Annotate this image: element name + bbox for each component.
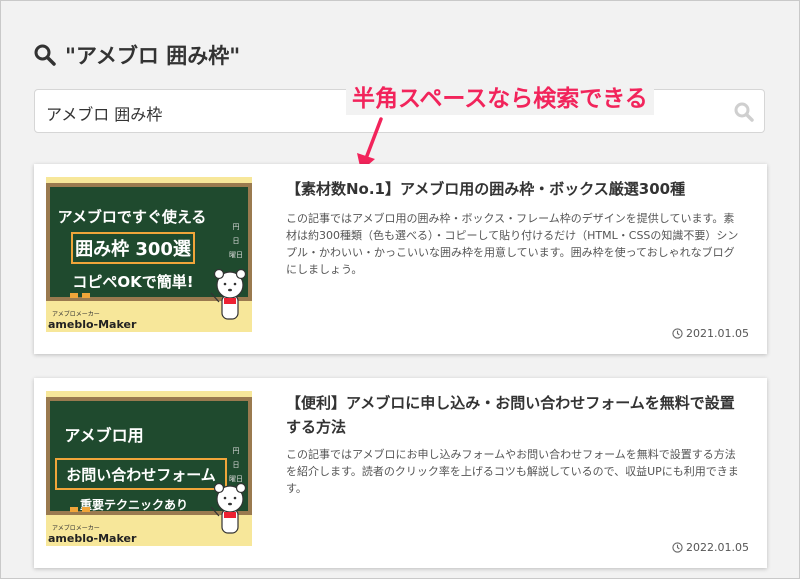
clock-icon [672,328,683,339]
thumb-side-text: 円 [233,223,240,231]
thumb-side-text: 曜日 [229,251,243,259]
article-thumbnail[interactable]: アメブロですぐ使える 囲み枠 300選 コピペOKで簡単! 円 日 曜日 アメブ… [46,177,252,332]
article-title[interactable]: 【素材数No.1】アメブロ用の囲み枠・ボックス厳選300種 [286,177,747,201]
search-input-value[interactable]: アメブロ 囲み枠 [46,101,162,125]
thumb-side-text: 日 [233,461,240,469]
search-icon [734,102,754,122]
article-date-text: 2021.01.05 [686,327,749,340]
article-date-text: 2022.01.05 [686,541,749,554]
thumb-side-text: 円 [233,447,240,455]
thumb-brand: ameblo-Maker [48,532,137,545]
thumb-brand-small: アメブロメーカー [52,524,100,532]
article-excerpt: この記事ではアメブロにお申し込みフォームやお問い合わせフォームを無料で設置する方… [286,448,739,495]
search-icon [34,44,56,66]
thumb-line1: アメブロですぐ使える [58,208,207,226]
thumb-line2: お問い合わせフォーム [66,466,216,484]
thumb-brand: ameblo-Maker [48,318,137,331]
thumb-line2: 囲み枠 300選 [75,238,191,260]
clock-icon [672,542,683,553]
annotation-callout: 半角スペースなら検索できる [346,83,654,115]
search-heading-text: "アメブロ 囲み枠" [65,44,241,68]
thumb-line1: アメブロ用 [64,426,143,445]
article-card[interactable]: アメブロですぐ使える 囲み枠 300選 コピペOKで簡単! 円 日 曜日 アメブ… [34,164,767,354]
thumb-side-text: 曜日 [229,475,243,483]
thumb-side-text: 日 [233,237,240,245]
article-thumbnail[interactable]: アメブロ用 お問い合わせフォーム 重要テクニックあり 円 日 曜日 アメブロメー… [46,391,252,546]
article-card[interactable]: アメブロ用 お問い合わせフォーム 重要テクニックあり 円 日 曜日 アメブロメー… [34,378,767,568]
article-date: 2021.01.05 [672,327,749,340]
search-results-heading: "アメブロ 囲み枠" [33,39,240,71]
article-title[interactable]: 【便利】アメブロに申し込み・お問い合わせフォームを無料で設置する方法 [286,391,747,439]
page-frame: "アメブロ 囲み枠" アメブロ 囲み枠 半角スペースなら検索できる アメブロです… [0,0,800,579]
article-date: 2022.01.05 [672,541,749,554]
chalkboard-thumbnail: アメブロ用 お問い合わせフォーム 重要テクニックあり 円 日 曜日 アメブロメー… [46,391,252,546]
search-submit-button[interactable] [732,100,756,124]
thumb-brand-small: アメブロメーカー [52,310,100,318]
thumb-line3: コピペOKで簡単! [72,273,193,291]
article-excerpt: この記事ではアメブロ用の囲み枠・ボックス・フレーム枠のデザインを提供しています。… [286,212,739,276]
thumb-line3: 重要テクニックあり [80,497,188,512]
chalkboard-thumbnail: アメブロですぐ使える 囲み枠 300選 コピペOKで簡単! 円 日 曜日 アメブ… [46,177,252,332]
